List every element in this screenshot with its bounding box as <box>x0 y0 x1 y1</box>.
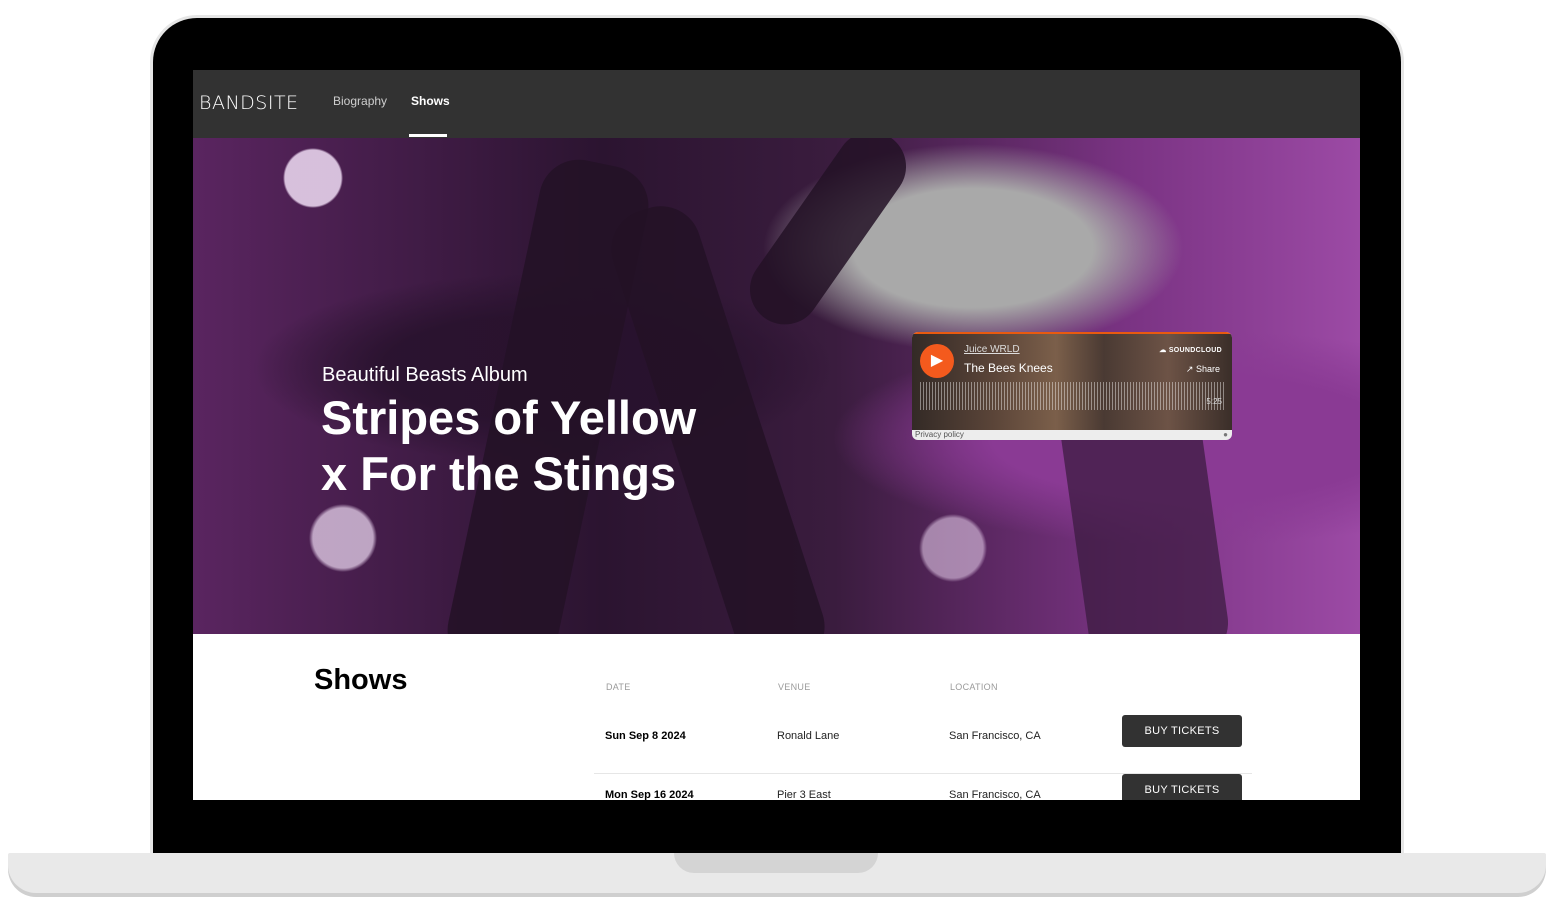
show-venue: Ronald Lane <box>777 730 840 742</box>
hero-title: Stripes of Yellow x For the Stings <box>321 390 841 502</box>
show-location: San Francisco, CA <box>949 730 1041 742</box>
track-title[interactable]: The Bees Knees <box>964 361 1053 375</box>
hero-title-line-1: Stripes of Yellow <box>321 391 697 444</box>
show-row[interactable]: Sun Sep 8 2024 Ronald Lane San Francisco… <box>594 715 1252 774</box>
top-nav: BANDSITE Biography Shows <box>193 70 1360 138</box>
soundcloud-brand-label: SOUNDCLOUD <box>1168 347 1222 354</box>
soundcloud-logo[interactable]: ☁ SOUNDCLOUD <box>1159 346 1222 354</box>
column-header-location: LOCATION <box>950 682 998 692</box>
show-date: Sun Sep 8 2024 <box>605 730 686 742</box>
share-label: Share <box>1195 364 1220 374</box>
play-icon[interactable]: ▶ <box>920 344 954 378</box>
hero-banner: Beautiful Beasts Album Stripes of Yellow… <box>193 138 1360 634</box>
privacy-policy-link[interactable]: Privacy policy <box>915 430 964 439</box>
waveform[interactable] <box>920 382 1226 410</box>
track-artist-link[interactable]: Juice WRLD <box>964 344 1020 355</box>
cookie-icon[interactable]: ● <box>1223 430 1228 439</box>
soundcloud-player[interactable]: ▶ Juice WRLD The Bees Knees ☁ SOUNDCLOUD… <box>912 332 1232 440</box>
show-venue: Pier 3 East <box>777 789 831 800</box>
hero-silhouette <box>736 138 920 339</box>
site-logo[interactable]: BANDSITE <box>199 92 299 114</box>
track-duration: 5:25 <box>1206 397 1222 406</box>
hero-title-line-2: x For the Stings <box>321 447 677 500</box>
shows-heading: Shows <box>314 664 408 696</box>
browser-screen: BANDSITE Biography Shows Beautiful Beast… <box>193 70 1360 800</box>
hero-subtitle: Beautiful Beasts Album <box>322 364 528 386</box>
nav-link-shows[interactable]: Shows <box>411 94 450 108</box>
share-icon: ↗ <box>1185 364 1194 374</box>
show-date: Mon Sep 16 2024 <box>605 789 694 800</box>
active-nav-indicator <box>409 134 447 137</box>
buy-tickets-button[interactable]: BUY TICKETS <box>1122 774 1242 800</box>
share-button[interactable]: ↗ Share <box>1186 364 1220 375</box>
nav-link-biography[interactable]: Biography <box>333 94 387 108</box>
laptop-notch <box>674 853 878 873</box>
buy-tickets-button[interactable]: BUY TICKETS <box>1122 715 1242 747</box>
column-header-venue: VENUE <box>778 682 811 692</box>
show-location: San Francisco, CA <box>949 789 1041 800</box>
column-header-date: DATE <box>606 682 631 692</box>
show-row[interactable]: Mon Sep 16 2024 Pier 3 East San Francisc… <box>594 774 1252 800</box>
